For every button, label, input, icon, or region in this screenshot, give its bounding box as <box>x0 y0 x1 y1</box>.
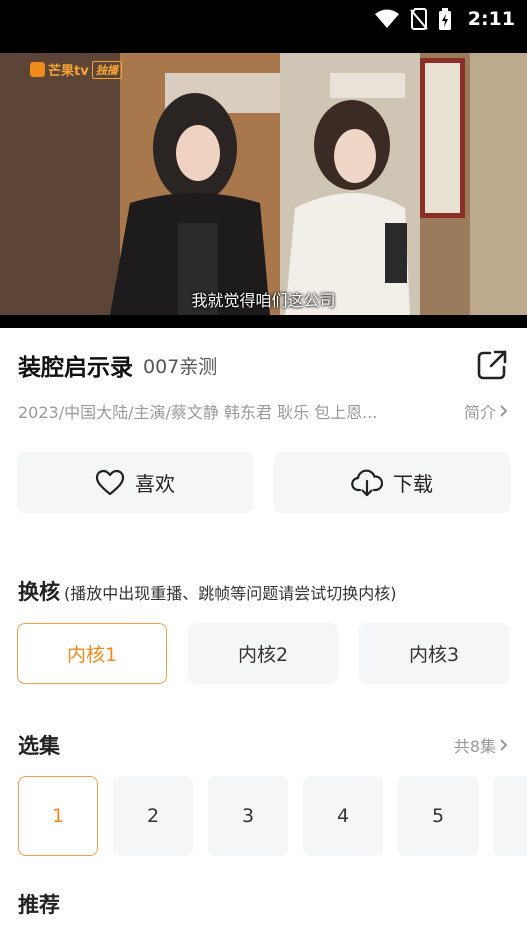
logo-text: 芒果tv <box>48 64 89 79</box>
core-section-title: 换核 (播放中出现重播、跳帧等问题请尝试切换内核) <box>18 576 397 606</box>
like-button[interactable]: 喜欢 <box>17 452 253 513</box>
chevron-right-icon <box>500 739 508 751</box>
download-label: 下载 <box>393 472 433 496</box>
episode-item-partial[interactable] <box>493 776 527 856</box>
core-title: 换核 <box>18 580 60 604</box>
episode-number: 1 <box>51 805 65 827</box>
core-option-label: 内核3 <box>408 644 460 666</box>
episode-item[interactable]: 2 <box>113 776 193 856</box>
core-option-label: 内核1 <box>66 644 118 666</box>
chevron-right-icon <box>500 405 508 417</box>
episode-item[interactable]: 5 <box>398 776 478 856</box>
show-title: 装腔启示录 <box>18 355 133 381</box>
episode-number: 3 <box>241 805 255 827</box>
no-sim-icon <box>409 8 428 30</box>
intro-label: 简介 <box>463 403 496 422</box>
episode-number: 4 <box>336 805 350 827</box>
core-option-label: 内核2 <box>237 644 289 666</box>
episode-item[interactable]: 3 <box>208 776 288 856</box>
episode-item[interactable]: 4 <box>303 776 383 856</box>
episodes-section-title: 选集 <box>18 734 60 758</box>
like-label: 喜欢 <box>135 472 175 496</box>
recommend-section-title: 推荐 <box>18 893 60 917</box>
wifi-icon <box>374 9 400 29</box>
core-option-1[interactable]: 内核1 <box>17 623 167 684</box>
meta-row: 2023/中国大陆/主演/蔡文静 韩东君 耿乐 包上恩... 简介 <box>18 398 510 424</box>
battery-charging-icon <box>438 8 452 30</box>
intro-link[interactable]: 简介 <box>464 399 510 423</box>
video-player[interactable]: 芒果tv 独播 我就觉得咱们这公司 <box>0 50 527 328</box>
episode-count: 共8集 <box>453 737 496 756</box>
episode-item[interactable]: 1 <box>18 776 98 856</box>
episode-count-link[interactable]: 共8集 <box>454 733 510 757</box>
episode-number: 2 <box>146 805 160 827</box>
mango-logo-icon <box>30 62 45 77</box>
status-bar: 2:11 <box>0 0 527 50</box>
share-icon[interactable] <box>476 349 508 381</box>
core-option-3[interactable]: 内核3 <box>359 623 509 684</box>
show-source: 007亲测 <box>143 355 218 378</box>
episode-number: 5 <box>431 805 445 827</box>
core-note: (播放中出现重播、跳帧等问题请尝试切换内核) <box>64 584 397 603</box>
status-time: 2:11 <box>467 8 515 30</box>
video-frame: 芒果tv 独播 我就觉得咱们这公司 <box>0 53 527 315</box>
logo-tag: 独播 <box>91 60 122 79</box>
show-meta: 2023/中国大陆/主演/蔡文静 韩东君 耿乐 包上恩... <box>18 403 378 422</box>
video-logo: 芒果tv 独播 <box>30 60 122 79</box>
cloud-download-icon <box>351 469 383 496</box>
status-icons: 2:11 <box>374 8 515 30</box>
video-subtitle: 我就觉得咱们这公司 <box>191 291 336 310</box>
core-option-2[interactable]: 内核2 <box>188 623 338 684</box>
download-button[interactable]: 下载 <box>274 452 510 513</box>
title-row: 装腔启示录 007亲测 <box>18 345 510 385</box>
heart-icon <box>95 469 125 495</box>
